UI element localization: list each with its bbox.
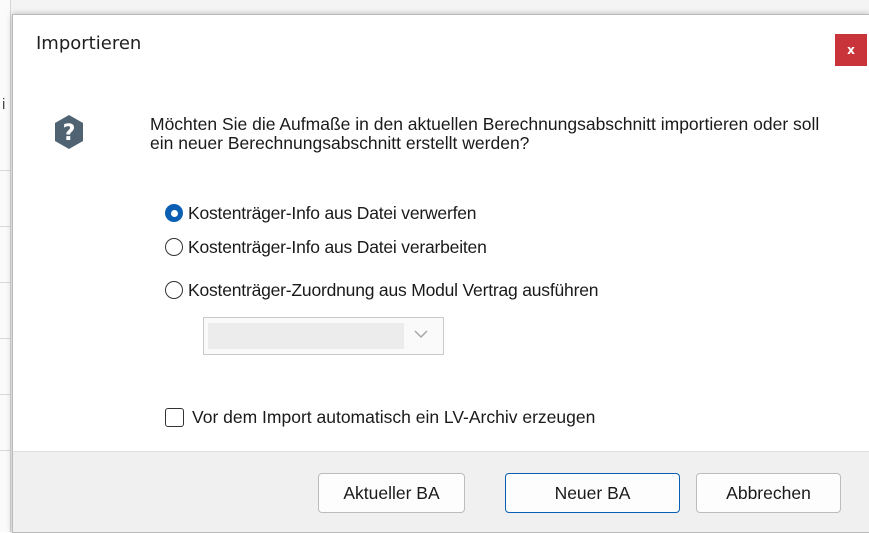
dialog-title: Importieren	[36, 33, 142, 54]
radio-label: Kostenträger-Info aus Datei verwerfen	[188, 202, 477, 223]
chevron-down-icon	[414, 330, 428, 339]
background-grid-line	[0, 450, 10, 451]
background-text: i	[2, 96, 6, 113]
close-icon: x	[847, 43, 855, 57]
background-grid-line	[0, 170, 10, 171]
question-icon: ?	[55, 115, 83, 149]
background-grid-line	[0, 226, 10, 227]
radio-option-process[interactable]: Kostenträger-Info aus Datei verarbeiten	[165, 235, 487, 259]
radio-label: Kostenträger-Zuordnung aus Modul Vertrag…	[188, 279, 599, 300]
background-grid-line	[0, 338, 10, 339]
dropdown-value	[208, 323, 404, 349]
background-grid-line	[0, 394, 10, 395]
radio-button-checked[interactable]	[165, 204, 183, 222]
dialog-message: Möchten Sie die Aufmaße in den aktuellen…	[150, 114, 820, 153]
close-button[interactable]: x	[835, 34, 867, 66]
svg-text:?: ?	[63, 121, 76, 146]
cancel-button[interactable]: Abbrechen	[696, 473, 841, 513]
create-archive-checkbox[interactable]	[165, 407, 184, 427]
dialog-titlebar[interactable]: Importieren x	[13, 15, 869, 81]
create-archive-option[interactable]: Vor dem Import automatisch ein LV-Archiv…	[165, 405, 595, 429]
new-ba-button[interactable]: Neuer BA	[505, 473, 680, 513]
import-dialog: Importieren x ? Möchten Sie die Aufmaße …	[12, 14, 869, 533]
radio-option-contract-module[interactable]: Kostenträger-Zuordnung aus Modul Vertrag…	[165, 278, 598, 302]
radio-button[interactable]	[165, 281, 183, 299]
radio-option-discard[interactable]: Kostenträger-Info aus Datei verwerfen	[165, 201, 477, 225]
background-grid-line	[0, 282, 10, 283]
radio-label: Kostenträger-Info aus Datei verarbeiten	[188, 236, 487, 257]
assignment-dropdown[interactable]	[203, 317, 444, 355]
current-ba-button[interactable]: Aktueller BA	[318, 473, 465, 513]
dialog-footer: Aktueller BA Neuer BA Abbrechen	[13, 451, 869, 532]
radio-button[interactable]	[165, 238, 183, 256]
background-column	[0, 0, 11, 532]
checkbox-label: Vor dem Import automatisch ein LV-Archiv…	[192, 406, 596, 427]
